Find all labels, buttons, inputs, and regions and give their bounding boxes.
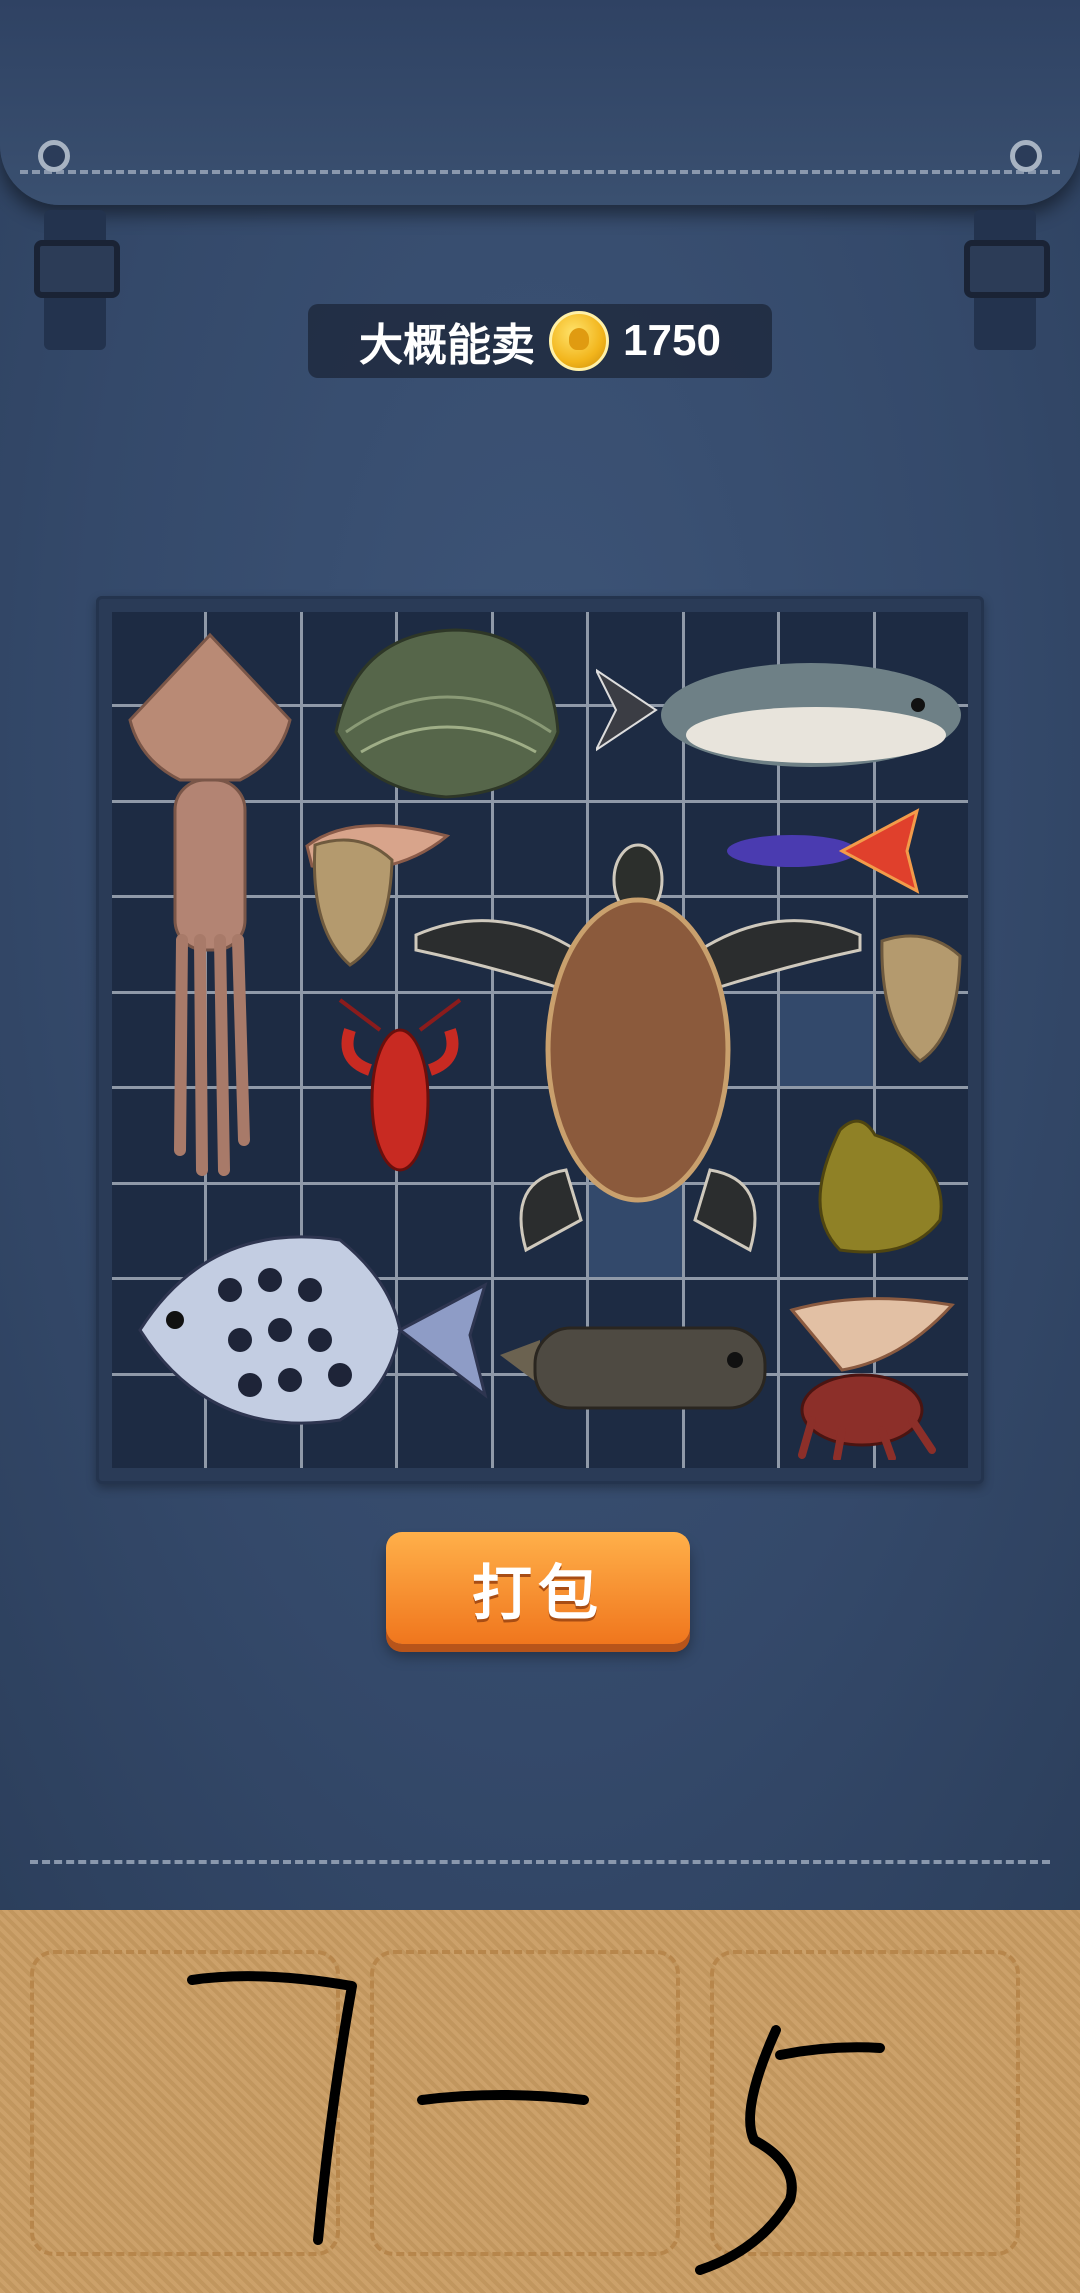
handwritten-five-top [775,2042,885,2060]
boxfish-item[interactable] [500,1310,775,1425]
gold-coin-icon [549,311,610,371]
flap-stitching [20,170,1060,174]
pufferfish-item[interactable] [596,650,970,780]
rivet-icon [38,140,70,172]
oyster-item[interactable] [872,926,967,1066]
price-value: 1750 [623,316,721,365]
crayfish-item[interactable] [320,990,480,1180]
oyster-item[interactable] [300,830,400,970]
clam-item[interactable] [326,622,566,802]
right-strap [964,210,1050,350]
handwritten-five-body [695,2025,797,2275]
rivet-icon [1010,140,1042,172]
left-strap [34,210,120,350]
bag-flap [0,0,1080,205]
scat-fish-item[interactable] [130,1200,490,1465]
hermit-crab-item[interactable] [782,1290,962,1460]
squid-item[interactable] [120,630,300,1190]
handwritten-seven [187,1971,357,2245]
pack-button[interactable]: 打包 [386,1532,690,1644]
handwriting-annotation [187,1971,885,2275]
buckle-icon [34,240,120,298]
buckle-icon [964,240,1050,298]
price-label: 大概能卖 [359,321,536,370]
handwritten-dash [417,2090,589,2105]
bottom-stitching [30,1860,1050,1864]
price-estimate: 大概能卖 1750 [308,304,772,378]
apple-snail-item[interactable] [800,1110,955,1260]
